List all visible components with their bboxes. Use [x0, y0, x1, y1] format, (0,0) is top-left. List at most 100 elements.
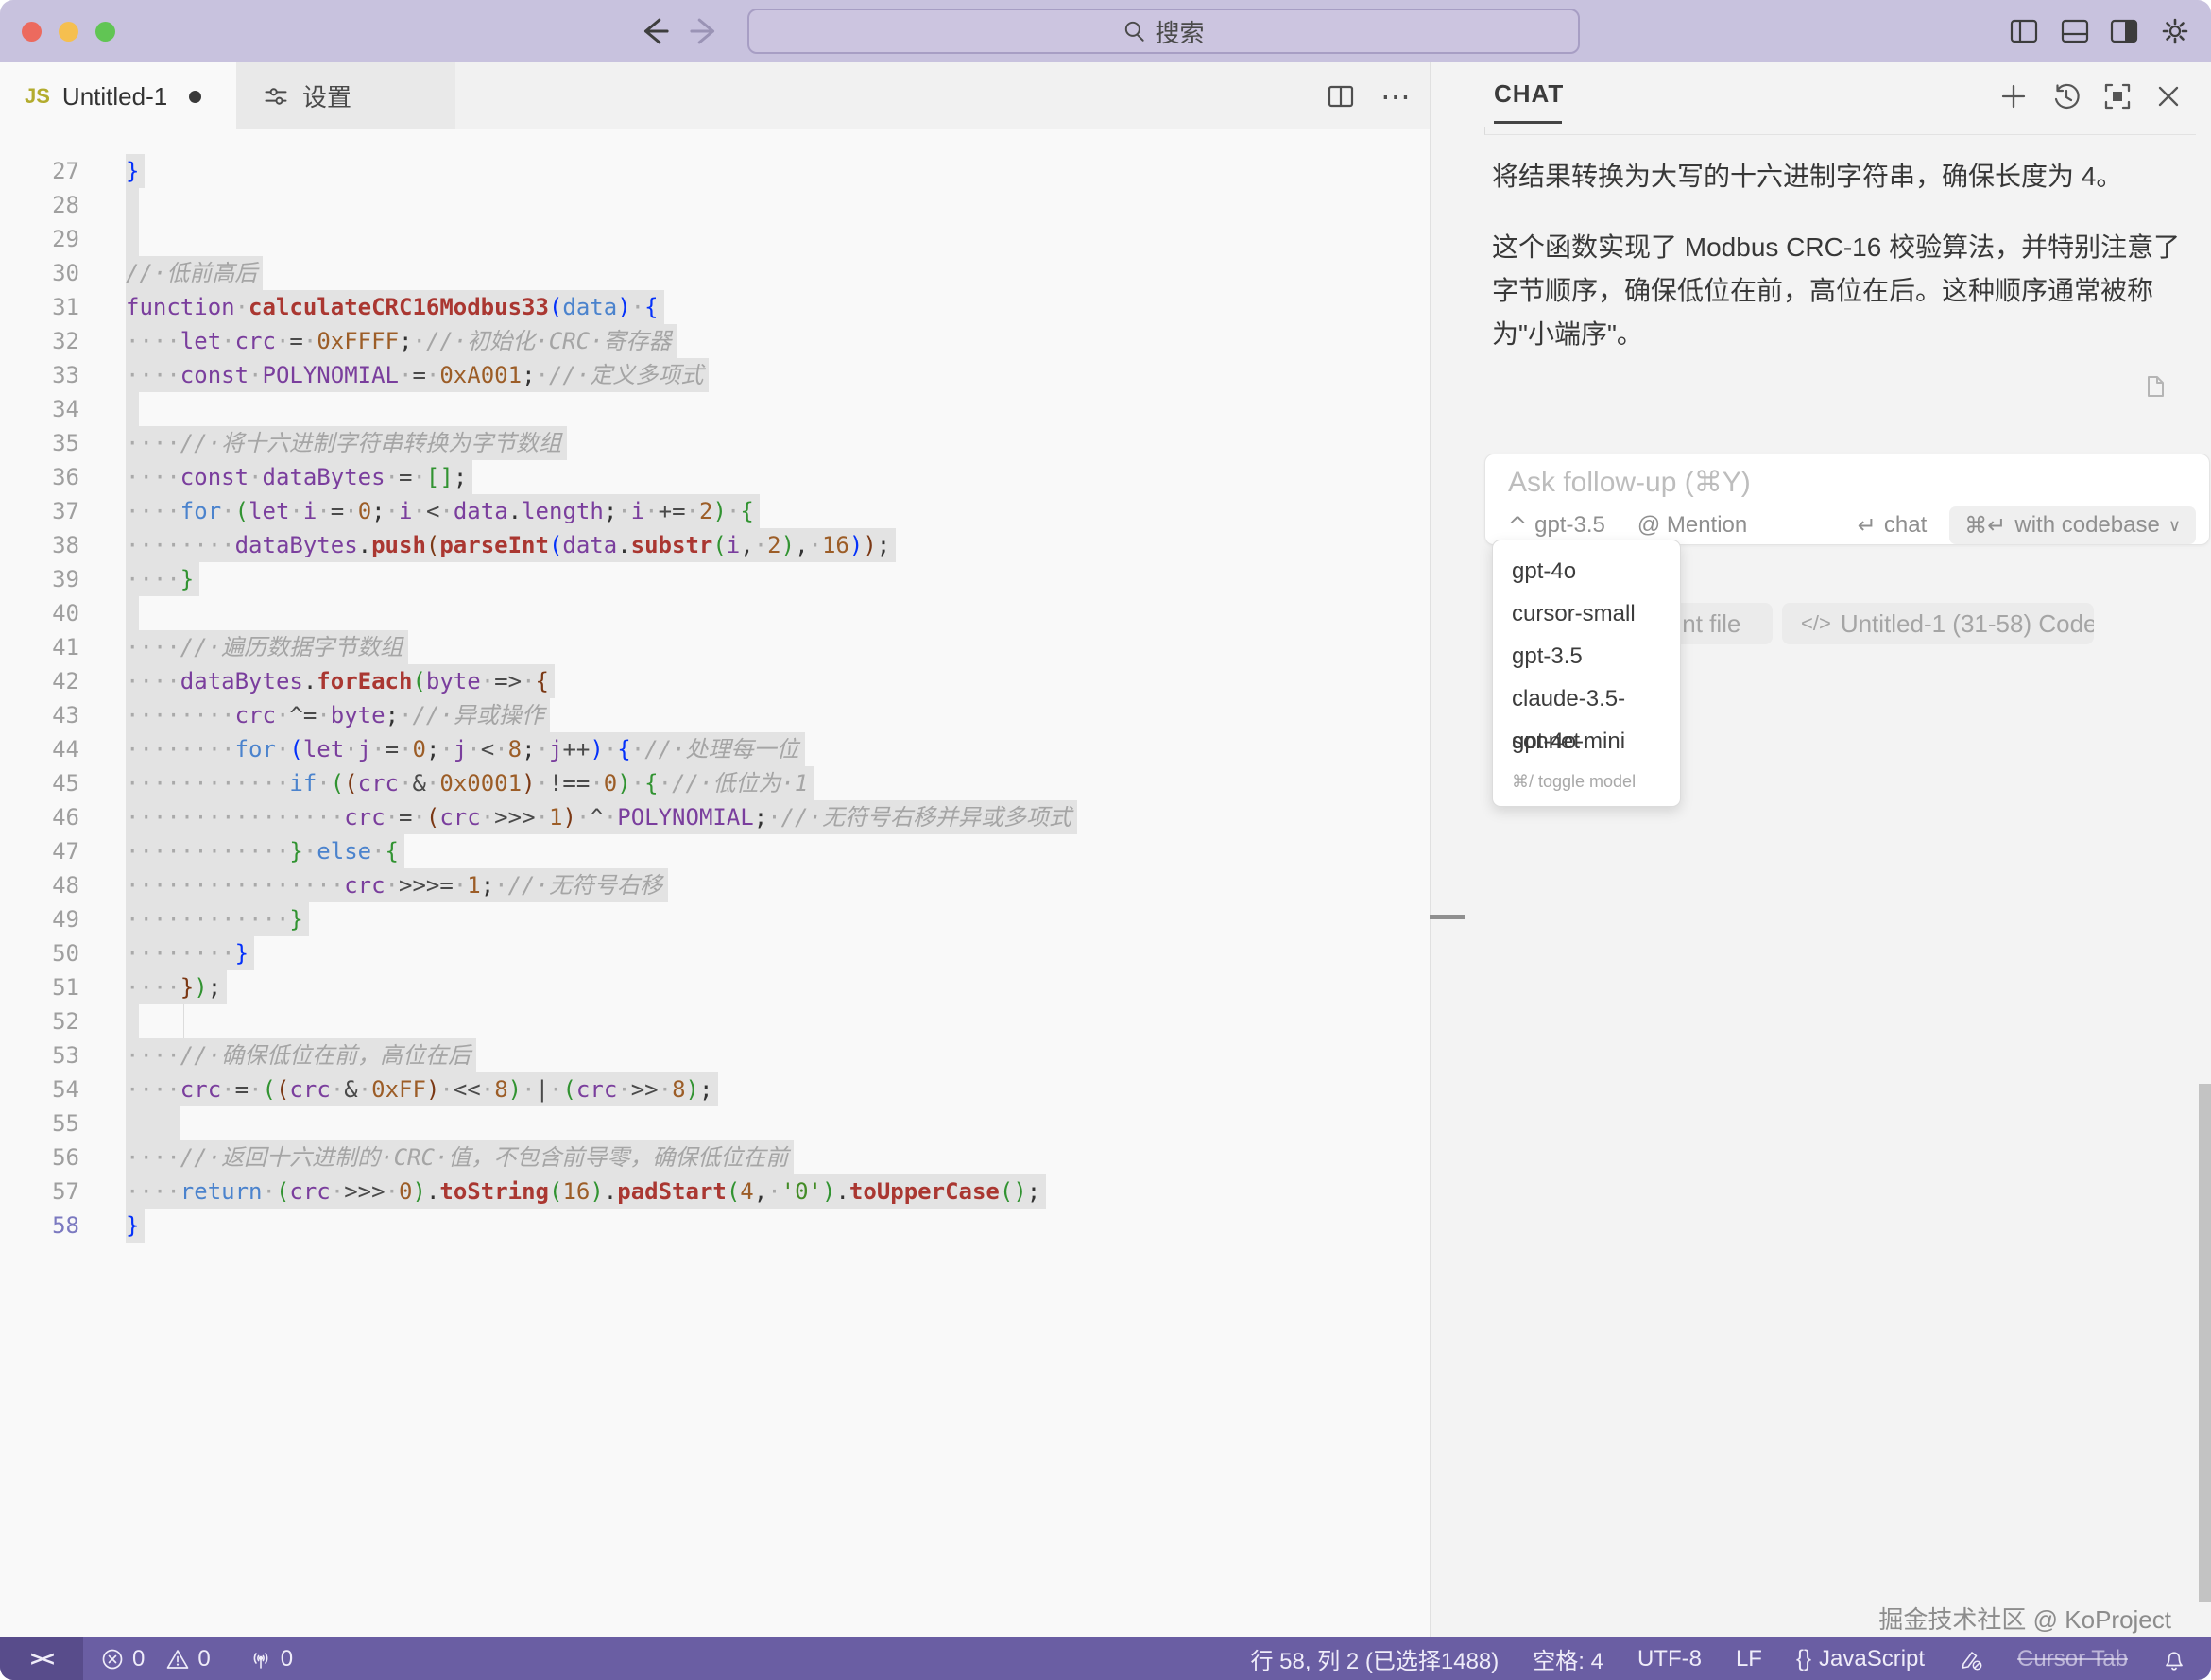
code-editor[interactable]: 27}28 29 30//·低前高后31function·calculateCR…	[0, 129, 1430, 1637]
code-line: 46················crc·=·(crc·>>>·1)·^·PO…	[0, 800, 1430, 834]
mention-button[interactable]: @ Mention	[1637, 512, 1747, 539]
code-line: 47············}·else·{	[0, 834, 1430, 868]
close-chat-icon[interactable]	[2153, 81, 2184, 111]
chat-submit-button[interactable]: ↵ chat	[1858, 512, 1927, 539]
line-number: 37	[0, 494, 79, 528]
model-option[interactable]: claude-3.5-sonnet	[1493, 677, 1680, 720]
line-number: 56	[0, 1140, 79, 1174]
language-indicator[interactable]: {} JavaScript	[1796, 1646, 1925, 1672]
assistant-message-paragraph: 将结果转换为大写的十六进制字符串，确保长度为 4。	[1492, 155, 2196, 198]
model-option[interactable]: gpt-4o-mini	[1493, 720, 1680, 763]
model-option[interactable]: gpt-3.5	[1493, 635, 1680, 677]
assistant-message-paragraph: 这个函数实现了 Modbus CRC-16 校验算法，并特别注意了字节顺序，确保…	[1492, 226, 2196, 356]
line-number: 58	[0, 1209, 79, 1243]
close-window-button[interactable]	[22, 22, 42, 42]
line-number: 35	[0, 426, 79, 460]
line-number: 47	[0, 834, 79, 868]
code-line: 31function·calculateCRC16Modbus33(data)·…	[0, 290, 1430, 324]
problems-button[interactable]: 0 0	[100, 1646, 224, 1672]
tab-title: 设置	[302, 78, 351, 113]
line-number: 34	[0, 392, 79, 426]
editor-tab-strip: JS Untitled-1 设置 ⋯	[0, 62, 1430, 129]
return-key-icon: ↵	[1858, 512, 1877, 539]
code-line: 54····crc·=·((crc·&·0xFF)·<<·8)·|·(crc·>…	[0, 1072, 1430, 1106]
settings-gear-icon[interactable]	[2160, 16, 2190, 46]
code-line: 43········crc·^=·byte;·//·异或操作	[0, 698, 1430, 732]
toggle-model-hint: ⌘/ toggle model	[1493, 763, 1680, 800]
line-number: 28	[0, 188, 79, 222]
ports-button[interactable]: 0	[249, 1646, 293, 1672]
history-icon[interactable]	[2051, 81, 2082, 111]
watermark-text: 掘金技术社区 @ KoProject	[1878, 1601, 2171, 1636]
forward-icon[interactable]	[686, 13, 722, 49]
panel-resize-sash[interactable]	[1430, 915, 1465, 919]
line-number: 40	[0, 596, 79, 630]
split-editor-icon[interactable]	[1326, 81, 1356, 111]
sliders-icon	[263, 83, 289, 110]
code-line: 30//·低前高后	[0, 256, 1430, 290]
minimize-window-button[interactable]	[59, 22, 78, 42]
toggle-panel-icon[interactable]	[2060, 16, 2090, 46]
new-chat-icon[interactable]	[1998, 81, 2029, 111]
code-line: 37····for·(let·i·=·0;·i·<·data.length;·i…	[0, 494, 1430, 528]
indent-indicator[interactable]: 空格: 4	[1533, 1642, 1603, 1675]
status-bar: >< 0 0	[0, 1637, 2211, 1680]
tab-untitled-1[interactable]: JS Untitled-1	[0, 62, 236, 130]
braces-icon: {}	[1796, 1646, 1811, 1672]
zoom-window-button[interactable]	[95, 22, 115, 42]
expand-chat-icon[interactable]	[2102, 81, 2133, 111]
model-dropdown: gpt-4ocursor-smallgpt-3.5claude-3.5-sonn…	[1492, 540, 1681, 807]
line-number: 57	[0, 1174, 79, 1209]
code-line: 44········for·(let·j·=·0;·j·<·8;·j++)·{·…	[0, 732, 1430, 766]
encoding-indicator[interactable]: UTF-8	[1637, 1646, 1702, 1672]
back-icon[interactable]	[637, 13, 673, 49]
chat-scrollbar-thumb[interactable]	[2199, 1084, 2211, 1602]
unsaved-changes-dot-icon[interactable]	[189, 91, 201, 103]
code-line: 33····const·POLYNOMIAL·=·0xA001;·//·定义多项…	[0, 358, 1430, 392]
app-window: 搜索 JS Untitled-1	[0, 0, 2211, 1680]
notifications-bell-icon[interactable]	[2162, 1647, 2186, 1671]
cmd-return-key-icon: ⌘↵	[1964, 512, 2006, 539]
context-pill-code-selection[interactable]: </> Untitled-1 (31-58) Code	[1782, 603, 2094, 644]
line-number: 31	[0, 290, 79, 324]
search-input[interactable]: 搜索	[747, 9, 1580, 54]
chat-tab-active-indicator	[1494, 121, 1562, 124]
javascript-file-icon: JS	[25, 84, 50, 109]
code-line: 52	[0, 1004, 1430, 1038]
model-selector-label: gpt-3.5	[1534, 512, 1605, 539]
toggle-primary-sidebar-icon[interactable]	[2009, 16, 2039, 46]
followup-placeholder: Ask follow-up (⌘Y)	[1508, 466, 1751, 499]
remote-indicator-button[interactable]: ><	[0, 1637, 83, 1680]
followup-input[interactable]: Ask follow-up (⌘Y) ^ gpt-3.5 @ Mention ↵…	[1484, 454, 2210, 545]
code-lines: 27}28 29 30//·低前高后31function·calculateCR…	[0, 142, 1430, 1243]
toggle-secondary-sidebar-icon[interactable]	[2109, 16, 2139, 46]
line-number: 27	[0, 154, 79, 188]
code-line: 48················crc·>>>=·1;·//·无符号右移	[0, 868, 1430, 902]
chat-tab[interactable]: CHAT	[1494, 79, 1564, 109]
code-icon: </>	[1801, 611, 1831, 636]
line-number: 48	[0, 868, 79, 902]
eol-indicator[interactable]: LF	[1736, 1646, 1762, 1672]
cursor-tab-pen-icon[interactable]	[1959, 1647, 1983, 1671]
copy-message-icon[interactable]	[2138, 371, 2168, 402]
code-line: 57····return·(crc·>>>·0).toString(16).pa…	[0, 1174, 1430, 1209]
line-number: 38	[0, 528, 79, 562]
cursor-tab-indicator[interactable]: Cursor Tab	[2017, 1646, 2128, 1672]
code-line: 51····});	[0, 970, 1430, 1004]
line-number: 53	[0, 1038, 79, 1072]
status-right: 行 58, 列 2 (已选择1488) 空格: 4 UTF-8 LF {} Ja…	[1251, 1637, 2187, 1680]
tab-settings[interactable]: 设置	[236, 62, 455, 129]
line-number: 44	[0, 732, 79, 766]
line-col-indicator[interactable]: 行 58, 列 2 (已选择1488)	[1251, 1642, 1500, 1675]
with-codebase-label: with codebase	[2014, 512, 2159, 539]
chat-panel-header: CHAT	[1431, 62, 2211, 129]
line-number: 36	[0, 460, 79, 494]
line-number: 51	[0, 970, 79, 1004]
model-selector[interactable]: ^ gpt-3.5	[1508, 512, 1605, 539]
line-number: 41	[0, 630, 79, 664]
model-option[interactable]: cursor-small	[1493, 592, 1680, 635]
code-line: 36····const·dataBytes·=·[];	[0, 460, 1430, 494]
with-codebase-button[interactable]: ⌘↵ with codebase ∨	[1949, 506, 2196, 544]
model-option[interactable]: gpt-4o	[1493, 550, 1680, 592]
more-actions-icon[interactable]: ⋯	[1380, 81, 1411, 111]
